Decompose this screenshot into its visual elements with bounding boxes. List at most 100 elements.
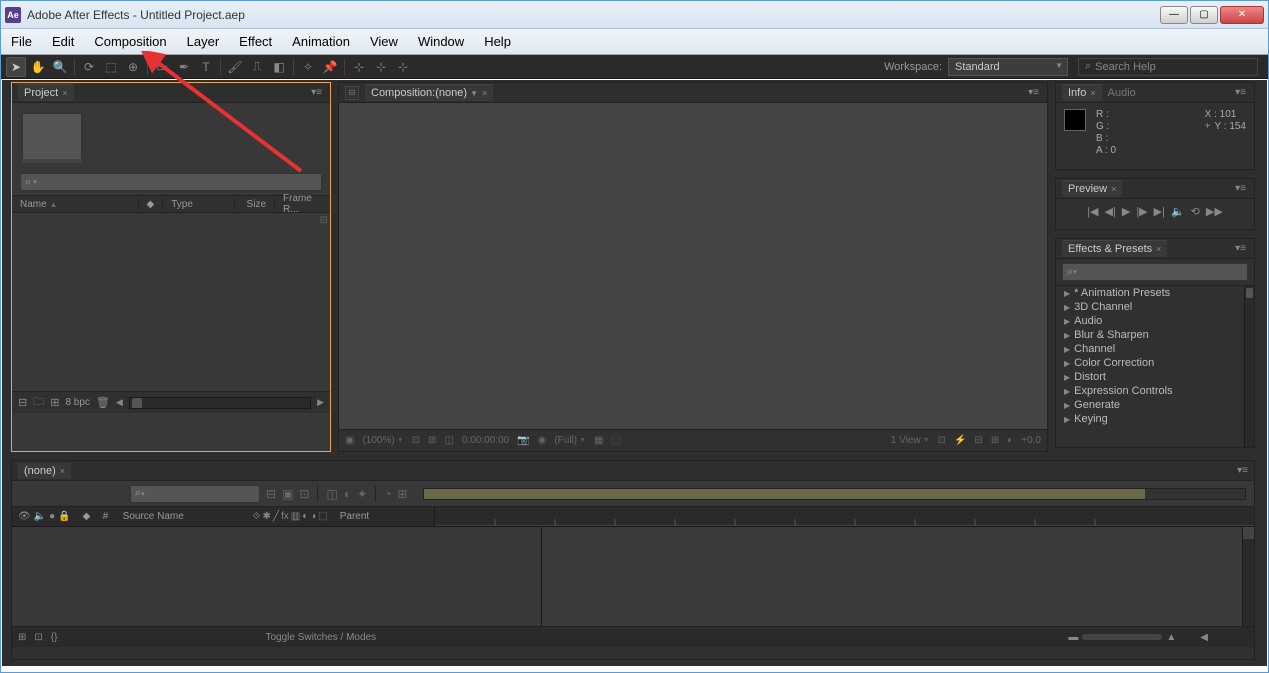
- auto-keyframe-icon[interactable]: ◔: [384, 487, 391, 501]
- frame-blend-icon[interactable]: ◫: [326, 487, 337, 501]
- audio-tab[interactable]: Audio: [1102, 85, 1142, 101]
- adjustment-icon[interactable]: ◑: [310, 511, 316, 522]
- flowchart-nav-icon[interactable]: ⊟: [345, 86, 359, 100]
- menu-view[interactable]: View: [360, 29, 408, 54]
- layer-switches-icon[interactable]: ⊡: [34, 632, 42, 643]
- last-frame-icon[interactable]: ▶|: [1154, 205, 1165, 218]
- exposure-reset-icon[interactable]: ◐: [1007, 435, 1013, 446]
- menu-layer[interactable]: Layer: [177, 29, 230, 54]
- panel-menu-icon[interactable]: ▾≡: [1237, 465, 1248, 476]
- interpret-footage-icon[interactable]: ⊟: [18, 396, 27, 409]
- timeline-search-input[interactable]: ⌕▾: [130, 485, 260, 503]
- type-tool-icon[interactable]: T: [196, 57, 216, 77]
- dropdown-icon[interactable]: ▾: [33, 178, 37, 186]
- col-num[interactable]: #: [97, 511, 117, 522]
- rectangle-tool-icon[interactable]: ▭: [152, 57, 172, 77]
- expand-pane-icon[interactable]: ⊞: [18, 632, 26, 643]
- frameblend-icon[interactable]: ▥: [291, 511, 300, 522]
- menu-composition[interactable]: Composition: [84, 29, 176, 54]
- col-framerate[interactable]: Frame R...: [275, 193, 330, 215]
- pixel-aspect-icon[interactable]: ⊡: [938, 435, 946, 446]
- snapshot-icon[interactable]: 📷: [517, 435, 529, 446]
- prev-frame-icon[interactable]: ◀|: [1105, 205, 1116, 218]
- always-preview-icon[interactable]: ▣: [345, 435, 354, 446]
- comp-viewer[interactable]: [339, 103, 1047, 429]
- close-button[interactable]: ✕: [1220, 6, 1264, 24]
- comp-flowchart-icon[interactable]: ⊞: [991, 435, 999, 446]
- grid-icon[interactable]: ⊞: [428, 435, 436, 446]
- audio-icon[interactable]: 🔈: [34, 511, 46, 522]
- col-parent[interactable]: Parent: [334, 511, 434, 522]
- menu-animation[interactable]: Animation: [282, 29, 360, 54]
- zoom-dropdown[interactable]: (100%)▼: [362, 435, 403, 446]
- draft-3d-icon[interactable]: ▣: [282, 487, 293, 501]
- effects-category[interactable]: ▶Color Correction: [1056, 356, 1254, 370]
- close-icon[interactable]: ×: [1111, 184, 1116, 194]
- pan-behind-tool-icon[interactable]: ⊕: [123, 57, 143, 77]
- col-size[interactable]: Size: [235, 199, 275, 210]
- pen-tool-icon[interactable]: ✒: [174, 57, 194, 77]
- brush-tool-icon[interactable]: 🖌: [225, 57, 245, 77]
- preview-tab[interactable]: Preview×: [1062, 180, 1122, 197]
- panel-menu-icon[interactable]: ▾≡: [1233, 87, 1248, 98]
- col-label-icon[interactable]: ◆: [139, 199, 164, 210]
- world-axis-icon[interactable]: ⊹: [371, 57, 391, 77]
- next-frame-icon[interactable]: |▶: [1136, 205, 1147, 218]
- minimize-button[interactable]: —: [1160, 6, 1188, 24]
- zoom-tool-icon[interactable]: 🔍: [50, 57, 70, 77]
- scroll-right-icon[interactable]: ▶: [317, 397, 324, 408]
- fast-preview-icon[interactable]: ⚡: [954, 435, 966, 446]
- bpc-label[interactable]: 8 bpc: [65, 397, 89, 408]
- new-folder-icon[interactable]: 🗀: [33, 393, 44, 412]
- workspace-dropdown[interactable]: Standard: [948, 58, 1068, 76]
- clone-tool-icon[interactable]: ⎍: [247, 57, 267, 77]
- trash-icon[interactable]: 🗑: [96, 396, 110, 409]
- col-name[interactable]: Name ▲: [12, 199, 139, 210]
- effects-search-input[interactable]: ⌕▾: [1062, 263, 1248, 281]
- timeline-navigator[interactable]: [423, 488, 1246, 500]
- panel-menu-icon[interactable]: ▾≡: [309, 87, 324, 98]
- menu-help[interactable]: Help: [474, 29, 521, 54]
- puppet-tool-icon[interactable]: 📌: [320, 57, 340, 77]
- first-frame-icon[interactable]: |◀: [1087, 205, 1098, 218]
- project-hscroll[interactable]: [129, 397, 311, 409]
- scroll-left-icon[interactable]: ◀: [116, 397, 123, 408]
- timeline-icon[interactable]: ⊟: [974, 435, 982, 446]
- exposure-value[interactable]: +0.0: [1021, 435, 1041, 446]
- zoom-slider[interactable]: [1082, 634, 1162, 640]
- roto-tool-icon[interactable]: ✧: [298, 57, 318, 77]
- play-icon[interactable]: ▶: [1122, 205, 1130, 218]
- close-icon[interactable]: ×: [482, 88, 487, 98]
- zoom-out-icon[interactable]: ▬: [1068, 632, 1078, 643]
- mute-icon[interactable]: 🔈: [1171, 205, 1185, 218]
- menu-edit[interactable]: Edit: [42, 29, 84, 54]
- effects-category[interactable]: ▶Audio: [1056, 314, 1254, 328]
- col-type[interactable]: Type: [163, 199, 235, 210]
- new-comp-icon[interactable]: ⊞: [50, 396, 59, 409]
- ram-preview-icon[interactable]: ▶▶: [1206, 205, 1223, 218]
- comp-mini-flowchart-icon[interactable]: ⊟: [266, 487, 276, 501]
- close-icon[interactable]: ×: [62, 88, 67, 98]
- project-tab[interactable]: Project ×: [18, 84, 74, 101]
- solo-icon[interactable]: ●: [49, 511, 55, 522]
- timeline-tab[interactable]: (none) ×: [18, 463, 71, 479]
- menu-effect[interactable]: Effect: [229, 29, 282, 54]
- project-search-input[interactable]: ⌕ ▾: [20, 173, 322, 191]
- timeline-vscroll[interactable]: [1242, 527, 1254, 626]
- loop-icon[interactable]: ⟲: [1191, 205, 1200, 218]
- view-axis-icon[interactable]: ⊹: [393, 57, 413, 77]
- rotate-tool-icon[interactable]: ⟳: [79, 57, 99, 77]
- close-icon[interactable]: ×: [1156, 244, 1161, 254]
- time-ruler[interactable]: [434, 507, 1254, 526]
- video-icon[interactable]: 👁: [18, 511, 31, 522]
- eraser-tool-icon[interactable]: ◧: [269, 57, 289, 77]
- transparency-icon[interactable]: ▦: [594, 435, 603, 446]
- zoom-in-icon[interactable]: ▲: [1166, 632, 1176, 643]
- maximize-button[interactable]: ▢: [1190, 6, 1218, 24]
- info-tab[interactable]: Info×: [1062, 84, 1102, 101]
- mask-toggle-icon[interactable]: ◫: [444, 435, 453, 446]
- toggle-switches-button[interactable]: Toggle Switches / Modes: [265, 632, 376, 643]
- panel-menu-icon[interactable]: ▾≡: [1233, 243, 1248, 254]
- motion-blur-icon[interactable]: ◐: [344, 487, 351, 501]
- motionblur-icon[interactable]: ◐: [302, 511, 308, 522]
